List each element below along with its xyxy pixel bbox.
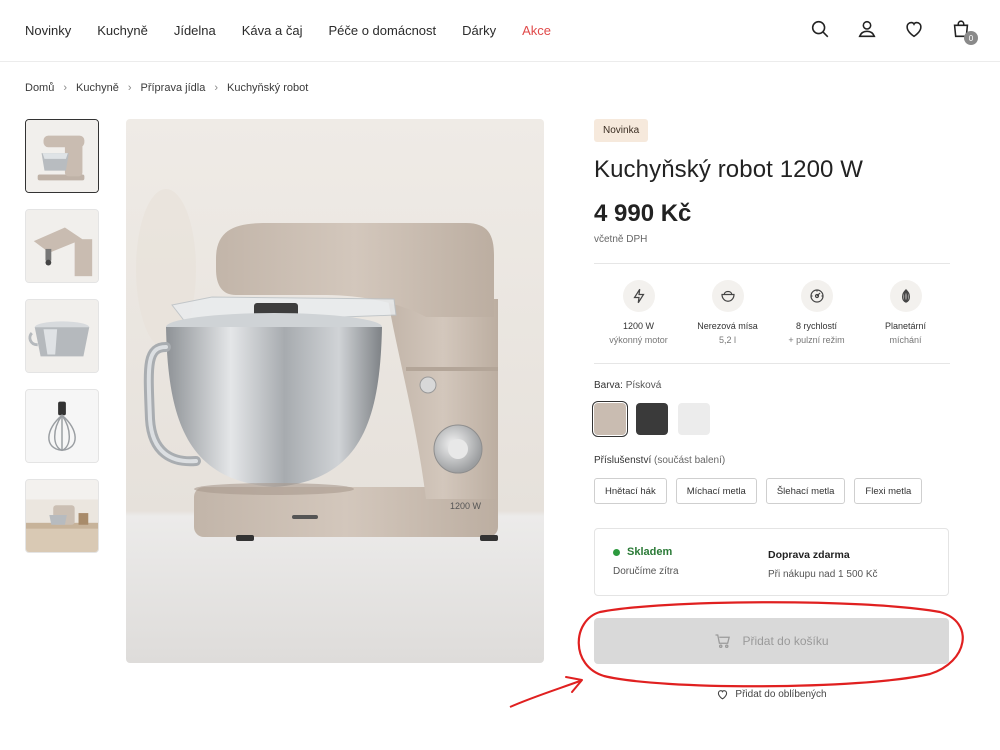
lightning-icon — [622, 280, 655, 312]
breadcrumb-item-priprava-jidla[interactable]: Příprava jídla — [141, 82, 206, 94]
product-info: Novinka Kuchyňský robot 1200 W 4 990 Kč … — [592, 119, 950, 504]
nav-link-kuchyne[interactable]: Kuchyně — [97, 23, 148, 38]
stock-info: Skladem Doručíme zítra — [613, 546, 679, 577]
top-navigation: Novinky Kuchyně Jídelna Káva a čaj Péče … — [0, 0, 1000, 62]
accessory-whisk[interactable]: Šlehací metla — [765, 478, 846, 504]
nav-link-darky[interactable]: Dárky — [462, 23, 496, 38]
swatch-light[interactable] — [678, 403, 710, 435]
feature-title: Planetární — [884, 321, 927, 331]
breadcrumb: Domů › Kuchyně › Příprava jídla › Kuchyň… — [25, 82, 308, 94]
planetary-icon — [889, 280, 922, 312]
shipping-info: Doprava zdarma Při nákupu nad 1 500 Kč — [768, 549, 878, 580]
chevron-right-icon: › — [214, 82, 218, 94]
nav-link-jidelna[interactable]: Jídelna — [174, 23, 216, 38]
in-stock-dot-icon — [613, 548, 620, 556]
accessory-dough-hook[interactable]: Hnětací hák — [594, 478, 667, 504]
breadcrumb-item-domu[interactable]: Domů — [25, 82, 54, 94]
shipping-title: Doprava zdarma — [768, 549, 850, 561]
chevron-right-icon: › — [63, 82, 68, 94]
feature-subtitle: 5,2 l — [718, 335, 736, 345]
feature-title: Nerezová mísa — [697, 321, 758, 331]
thumbnail-kitchen-scene[interactable] — [25, 479, 99, 553]
chevron-right-icon: › — [127, 82, 132, 94]
swatch-sand[interactable] — [592, 401, 628, 437]
color-label-text: Barva: — [594, 380, 623, 391]
color-selected-value: Písková — [625, 380, 662, 391]
thumbnail-mixer-front[interactable] — [25, 119, 99, 193]
feature-list: 1200 W výkonný motor Nerezová mísa 5,2 l… — [594, 280, 950, 345]
feature-subtitle: + pulzní režim — [788, 335, 845, 345]
shipping-condition: Při nákupu nad 1 500 Kč — [768, 569, 878, 580]
color-label: Barva: Písková — [594, 380, 950, 391]
divider — [594, 263, 950, 264]
thumbnail-mixer-head[interactable] — [25, 209, 99, 283]
accessories-list: Hnětací hák Míchací metla Šlehací metla … — [594, 478, 950, 504]
color-swatches — [592, 401, 950, 437]
heart-icon[interactable] — [903, 18, 925, 40]
nav-links: Novinky Kuchyně Jídelna Káva a čaj Péče … — [25, 23, 577, 38]
feature-bowl: Nerezová mísa 5,2 l — [683, 280, 772, 345]
annotation-arrowhead — [565, 676, 583, 693]
stock-status-text: Skladem — [627, 546, 673, 558]
delivery-note: Doručíme zítra — [613, 566, 679, 577]
accessory-flex-beater[interactable]: Flexi metla — [854, 478, 923, 504]
annotation-arrow — [509, 680, 581, 708]
accessories-label: Příslušenství (součást balení) — [594, 455, 950, 466]
accessory-mixing-beater[interactable]: Míchací metla — [675, 478, 757, 504]
accessories-label-text: Příslušenství — [594, 455, 652, 466]
stock-status: Skladem — [613, 546, 679, 558]
main-product-image[interactable]: 1200 W — [126, 119, 544, 663]
cart-count-badge: 0 — [964, 31, 978, 45]
bowl-icon — [711, 280, 744, 312]
feature-subtitle: výkonný motor — [609, 335, 668, 345]
feature-planetary: Planetární míchání — [861, 280, 950, 345]
product-price: 4 990 Kč — [594, 200, 692, 227]
availability-box: Skladem Doručíme zítra Doprava zdarma Př… — [594, 528, 949, 596]
vat-note: včetně DPH — [594, 234, 648, 245]
feature-power: 1200 W výkonný motor — [594, 280, 683, 345]
add-to-wishlist-label: Přidat do oblíbených — [735, 689, 827, 700]
heart-icon — [718, 690, 728, 700]
feature-title: 8 rychlostí — [795, 321, 837, 331]
accessories-note: (součást balení) — [654, 455, 726, 466]
add-to-cart-button[interactable]: Přidat do košíku — [594, 618, 949, 664]
nav-link-akce[interactable]: Akce — [522, 23, 551, 38]
add-to-wishlist-link[interactable]: Přidat do oblíbených — [594, 688, 949, 701]
divider — [594, 363, 950, 364]
cart-icon[interactable]: 0 — [950, 18, 978, 45]
swatch-dark[interactable] — [636, 403, 668, 435]
breadcrumb-item-current: Kuchyňský robot — [226, 82, 309, 94]
nav-link-novinky[interactable]: Novinky — [25, 23, 71, 38]
user-icon[interactable] — [856, 18, 878, 40]
new-badge: Novinka — [594, 119, 649, 142]
search-icon[interactable] — [809, 18, 831, 40]
thumbnail-whisk[interactable] — [25, 389, 99, 463]
thumbnail-steel-bowl[interactable] — [25, 299, 99, 373]
feature-subtitle: míchání — [889, 335, 922, 345]
nav-link-kava-a-caj[interactable]: Káva a čaj — [242, 23, 303, 38]
header-actions: 0 — [784, 18, 978, 45]
nav-link-pece-o-domacnost[interactable]: Péče o domácnost — [328, 23, 436, 38]
breadcrumb-item-kuchyne[interactable]: Kuchyně — [76, 82, 119, 94]
feature-speeds: 8 rychlostí + pulzní režim — [772, 280, 861, 345]
product-image-power-label: 1200 W — [450, 501, 482, 511]
thumbnail-list — [25, 119, 99, 569]
add-to-cart-label: Přidat do košíku — [742, 634, 829, 648]
product-title: Kuchyňský robot 1200 W — [594, 156, 864, 183]
cart-icon — [715, 634, 731, 649]
speed-dial-icon — [800, 280, 833, 312]
feature-title: 1200 W — [622, 321, 655, 331]
